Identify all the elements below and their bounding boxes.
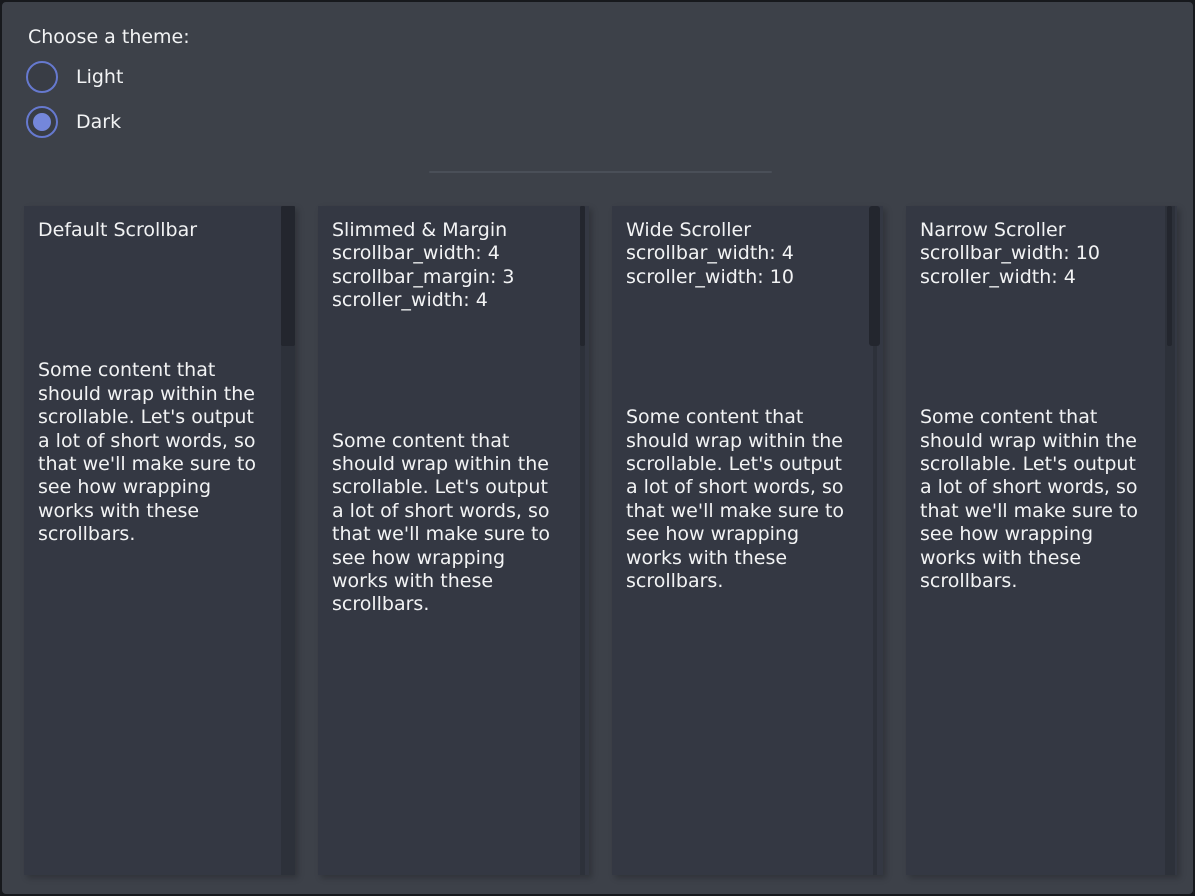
panel-slimmed-margin-header: Slimmed & Margin scrollbar_width: 4 scro… (332, 219, 569, 313)
panel-narrow-scroller-header: Narrow Scroller scrollbar_width: 10 scro… (920, 219, 1157, 289)
scrollbar-thumb[interactable] (281, 206, 295, 346)
panel-default-scrollbar-header: Default Scrollbar (38, 219, 275, 242)
app-window: Choose a theme: Light Dark Default Scrol… (0, 0, 1195, 896)
panel-narrow-scroller[interactable]: Narrow Scroller scrollbar_width: 10 scro… (906, 206, 1177, 875)
radio-dark-label: Dark (76, 111, 121, 133)
radio-option-dark[interactable]: Dark (26, 106, 121, 138)
panel-slimmed-margin[interactable]: Slimmed & Margin scrollbar_width: 4 scro… (318, 206, 589, 875)
panel-slimmed-margin-content: Some content that should wrap within the… (332, 430, 569, 617)
scrollbar-demo-panels: Default Scrollbar Some content that shou… (24, 206, 1177, 875)
panel-default-scrollbar-content: Some content that should wrap within the… (38, 359, 275, 546)
radio-dark-dot-icon (33, 113, 51, 131)
radio-light-circle-icon[interactable] (26, 61, 58, 93)
scrollbar-thumb[interactable] (580, 206, 585, 346)
radio-dark-circle-icon[interactable] (26, 106, 58, 138)
radio-option-light[interactable]: Light (26, 61, 123, 93)
panel-wide-scroller[interactable]: Wide Scroller scrollbar_width: 4 scrolle… (612, 206, 883, 875)
scrollbar-thumb[interactable] (869, 206, 880, 346)
panel-narrow-scroller-content: Some content that should wrap within the… (920, 406, 1157, 593)
panel-wide-scroller-header: Wide Scroller scrollbar_width: 4 scrolle… (626, 219, 863, 289)
scrollbar-thumb[interactable] (1167, 206, 1172, 346)
section-divider (429, 171, 772, 173)
panel-default-scrollbar[interactable]: Default Scrollbar Some content that shou… (24, 206, 295, 875)
panel-wide-scroller-content: Some content that should wrap within the… (626, 406, 863, 593)
radio-light-label: Light (76, 66, 123, 88)
theme-chooser-label: Choose a theme: (28, 25, 190, 49)
